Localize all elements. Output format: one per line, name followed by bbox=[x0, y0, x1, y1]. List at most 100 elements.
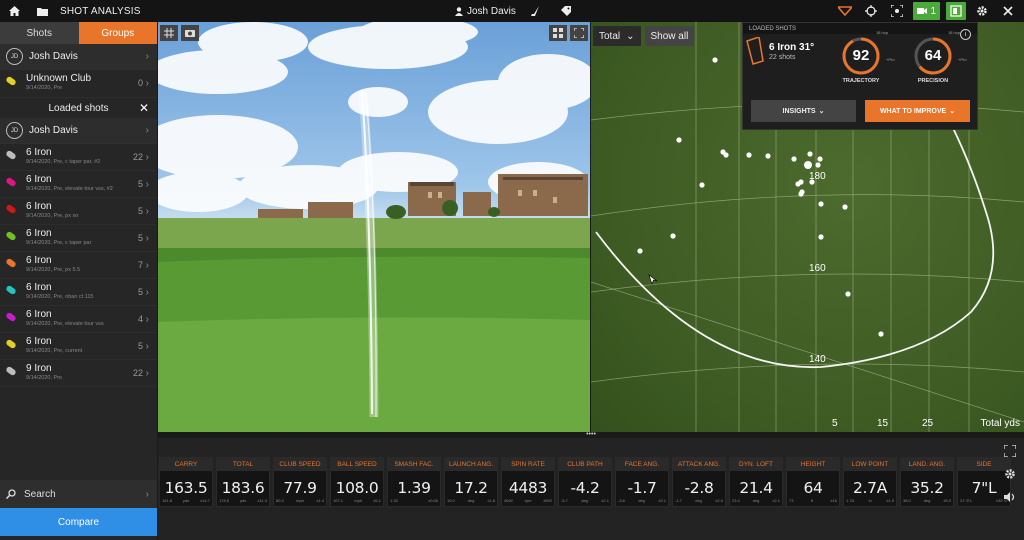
user-icon bbox=[455, 6, 463, 16]
stat-card-8[interactable]: FACE ANG. -1.7 -3.6 deg ±3.1 bbox=[615, 457, 669, 507]
stat-label: CLUB SPEED bbox=[274, 458, 326, 471]
stat-value: -4.2 bbox=[570, 479, 600, 497]
shot-dot bbox=[720, 149, 726, 155]
stat-label: ATTACK ANG. bbox=[673, 458, 725, 471]
stat-card-1[interactable]: TOTAL 183.6 179.5 yds ±11.3 bbox=[216, 457, 270, 507]
screen-icon[interactable] bbox=[887, 2, 907, 20]
target-icon[interactable] bbox=[861, 2, 881, 20]
stat-card-4[interactable]: SMASH FAC. 1.39 1.33 ±0.06 bbox=[387, 457, 441, 507]
close-loaded-icon[interactable]: ✕ bbox=[139, 101, 149, 115]
stat-card-11[interactable]: HEIGHT 64 73 ft ±16 bbox=[786, 457, 840, 507]
trackman-logo-icon[interactable] bbox=[835, 2, 855, 20]
chevron-right-icon: › bbox=[145, 341, 149, 352]
precision-hcp: 18 hcp bbox=[948, 30, 961, 35]
gear-icon[interactable] bbox=[1004, 467, 1022, 483]
stat-card-6[interactable]: SPIN RATE 4483 4692 rpm ±592 bbox=[501, 457, 555, 507]
player-row[interactable]: JD Josh Davis › bbox=[0, 44, 157, 70]
tab-shots[interactable]: Shots bbox=[0, 22, 79, 44]
tab-groups[interactable]: Groups bbox=[78, 22, 157, 44]
home-icon[interactable] bbox=[4, 2, 24, 20]
stat-card-0[interactable]: CARRY 163.5 161.8 yds ±14.7 bbox=[159, 457, 213, 507]
club-group-1[interactable]: 6 Iron 9/14/2020, Pre, elevate tour vss, … bbox=[0, 171, 157, 198]
stat-dev: ±5.0 bbox=[943, 498, 951, 503]
shot-dot bbox=[815, 162, 821, 168]
stat-value: 64 bbox=[803, 479, 823, 497]
club-group-2[interactable]: 6 Iron 9/14/2020, Pre, px xo 5 › bbox=[0, 198, 157, 225]
speaker-icon[interactable] bbox=[1004, 489, 1022, 505]
stat-card-9[interactable]: ATTACK ANG. -2.8 -1.7 deg ±2.0 bbox=[672, 457, 726, 507]
club-group-8[interactable]: 9 Iron 9/14/2020, Pre 22 › bbox=[0, 360, 157, 387]
stat-card-12[interactable]: LOW POINT 2.7A 1.7A in ±1.9 bbox=[843, 457, 897, 507]
folder-icon[interactable] bbox=[32, 2, 52, 20]
club-group-3[interactable]: 6 Iron 9/14/2020, Pre, c taper par 5 › bbox=[0, 225, 157, 252]
club-group-unknown[interactable]: Unknown Club 9/14/2020, Pre 0 › bbox=[0, 70, 157, 98]
stat-avg: -5.7 bbox=[561, 498, 568, 503]
stat-label: BALL SPEED bbox=[331, 458, 383, 471]
club-group-7[interactable]: 6 Iron 9/14/2020, Pre, current 5 › bbox=[0, 333, 157, 360]
loaded-player-row[interactable]: JD Josh Davis › bbox=[0, 118, 157, 144]
layout-icon[interactable] bbox=[549, 25, 567, 41]
club-group-4[interactable]: 6 Iron 9/14/2020, Pre, px 5.5 7 › bbox=[0, 252, 157, 279]
chevron-right-icon: › bbox=[145, 152, 149, 163]
course-3d-view[interactable] bbox=[158, 22, 590, 432]
distance-label-140: 140 bbox=[809, 354, 826, 365]
stat-card-3[interactable]: BALL SPEED 108.0 107.1 mph ±5.1 bbox=[330, 457, 384, 507]
stat-dev: ±3.1 bbox=[658, 498, 666, 503]
camera-view-icon[interactable] bbox=[181, 25, 199, 41]
stat-dev: ±2.0 bbox=[715, 498, 723, 503]
trajectory-label: TRAJECTORY bbox=[842, 78, 880, 84]
club-count: 0 bbox=[137, 78, 143, 88]
club-count: 5 bbox=[137, 206, 143, 216]
avatar: JD bbox=[6, 122, 23, 139]
stat-avg: 179.5 bbox=[219, 498, 230, 503]
stat-label: LAND. ANG. bbox=[901, 458, 953, 471]
precision-score: 64 bbox=[924, 47, 942, 64]
player-name: Josh Davis bbox=[29, 125, 78, 136]
device-status[interactable] bbox=[946, 2, 966, 20]
shot-dot bbox=[670, 233, 676, 239]
stat-label: LOW POINT bbox=[844, 458, 896, 471]
expand-icon[interactable] bbox=[570, 25, 588, 41]
camera-status[interactable]: 1 bbox=[913, 2, 940, 20]
stat-card-14[interactable]: SIDE 7"L 21' 8"L ±35' 6" bbox=[957, 457, 1011, 507]
info-icon[interactable]: i bbox=[960, 29, 971, 40]
stat-sub: 107.1 mph ±5.1 bbox=[333, 498, 381, 503]
active-user-name: Josh Davis bbox=[467, 5, 516, 17]
club-group-6[interactable]: 6 Iron 9/14/2020, Pre, elevate tour vss 4 › bbox=[0, 306, 157, 333]
insights-button[interactable]: INSIGHTS ⌄ bbox=[751, 100, 856, 122]
popup-header: LOADED SHOTS bbox=[743, 23, 977, 34]
shot-dot bbox=[765, 153, 771, 159]
compare-button[interactable]: Compare bbox=[0, 508, 157, 536]
tag-icon[interactable] bbox=[556, 2, 576, 20]
chevron-down-icon: ⌄ bbox=[949, 108, 956, 115]
search-button[interactable]: Search › bbox=[0, 480, 157, 508]
club-count: 7 bbox=[137, 260, 143, 270]
distance-select-value: Total bbox=[599, 30, 621, 42]
trajectory-pro: +Pro bbox=[886, 57, 895, 62]
chevron-right-icon: › bbox=[145, 488, 149, 500]
close-icon[interactable] bbox=[998, 2, 1018, 20]
stat-dev: ±11.3 bbox=[257, 498, 267, 503]
stat-label: SIDE bbox=[958, 458, 1010, 471]
chevron-right-icon: › bbox=[145, 51, 149, 62]
stat-card-7[interactable]: CLUB PATH -4.2 -5.7 deg ±2.1 bbox=[558, 457, 612, 507]
distance-select[interactable]: Total ⌄ bbox=[593, 26, 641, 46]
side-label-15: 15 bbox=[877, 418, 889, 429]
stat-card-13[interactable]: LAND. ANG. 35.2 38.0 deg ±5.0 bbox=[900, 457, 954, 507]
scene-view-controls bbox=[549, 25, 588, 41]
club-group-5[interactable]: 6 Iron 9/14/2020, Pre, oban ct 115 5 › bbox=[0, 279, 157, 306]
stat-card-5[interactable]: LAUNCH ANG. 17.2 19.0 deg ±1.8 bbox=[444, 457, 498, 507]
what-to-improve-button[interactable]: WHAT TO IMPROVE ⌄ bbox=[865, 100, 970, 122]
expand-icon[interactable] bbox=[1003, 444, 1022, 460]
grid-icon[interactable] bbox=[160, 25, 178, 41]
chevron-down-icon: ⌄ bbox=[818, 108, 825, 115]
stat-card-10[interactable]: DYN. LOFT 21.4 23.4 deg ±2.1 bbox=[729, 457, 783, 507]
show-all-button[interactable]: Show all bbox=[644, 26, 695, 46]
stat-card-2[interactable]: CLUB SPEED 77.9 80.3 mph ±1.4 bbox=[273, 457, 327, 507]
club-icon[interactable] bbox=[526, 2, 546, 20]
gear-icon[interactable] bbox=[972, 2, 992, 20]
stat-avg: 4692 bbox=[504, 498, 513, 503]
club-group-0[interactable]: 6 Iron 9/14/2020, Pre, c taper par, #2 22 › bbox=[0, 144, 157, 171]
active-user[interactable]: Josh Davis bbox=[455, 6, 516, 17]
stat-value: 2.7A bbox=[852, 479, 888, 497]
